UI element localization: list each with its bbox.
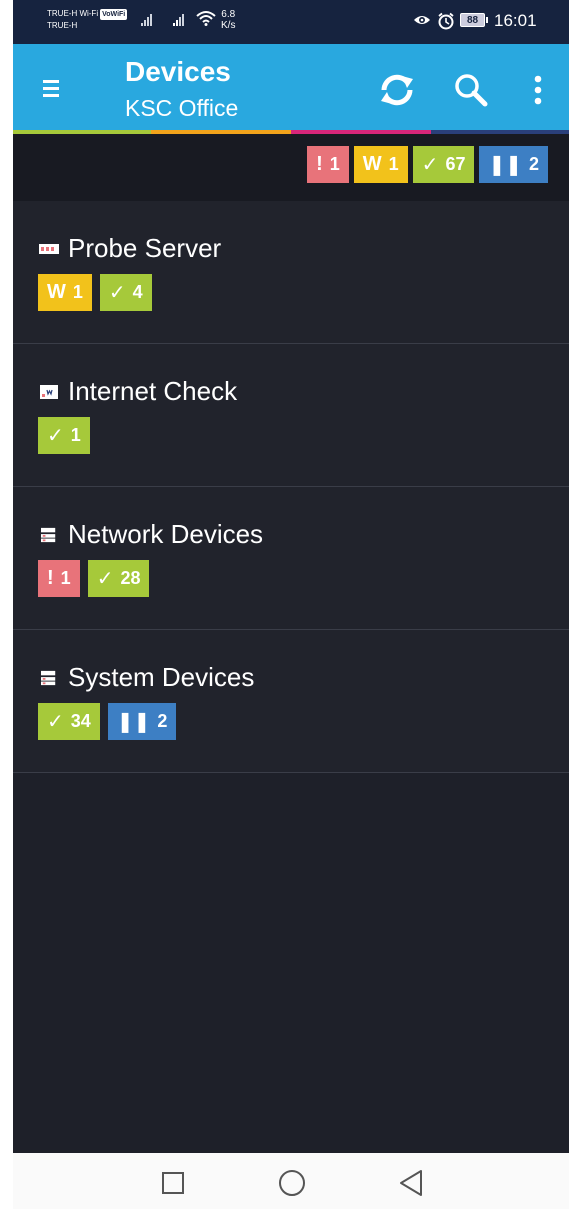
carrier-info: TRUE-H Wi-Fi VoWiFi TRUE-H <box>47 8 128 31</box>
carrier-line1: TRUE-H Wi-Fi <box>47 9 99 18</box>
refresh-icon[interactable] <box>377 70 417 110</box>
check-icon: ✓ <box>47 711 64 733</box>
check-icon: ✓ <box>108 282 126 304</box>
up-count: 28 <box>120 568 141 588</box>
search-icon[interactable] <box>451 70 491 110</box>
battery-indicator: 88 <box>460 13 488 27</box>
group-network-devices[interactable]: Network Devices ! 1 ✓ 28 <box>13 487 569 630</box>
down-badge[interactable]: ! 1 <box>38 560 80 597</box>
square-icon[interactable] <box>159 1169 187 1197</box>
alert-icon: ! <box>316 153 323 175</box>
signal-icon <box>141 14 152 26</box>
device-group-list: Probe Server W 1 ✓ 4 Internet Check ✓ 1 … <box>13 201 569 773</box>
group-badges: ✓ 34 ❚❚ 2 <box>38 703 177 740</box>
device-group-icon <box>41 670 56 685</box>
group-internet-check[interactable]: Internet Check ✓ 1 <box>13 344 569 487</box>
warning-badge[interactable]: W 1 <box>38 274 92 311</box>
group-title: Network Devices <box>38 519 263 550</box>
eye-icon <box>414 16 430 24</box>
menu-icon[interactable] <box>43 80 59 98</box>
warning-icon: W <box>47 281 66 303</box>
group-name: System Devices <box>68 662 255 692</box>
clock: 16:01 <box>494 11 537 30</box>
paused-badge[interactable]: ❚❚ 2 <box>107 703 177 740</box>
group-name: Internet Check <box>68 376 238 406</box>
group-badges: W 1 ✓ 4 <box>38 274 152 311</box>
up-badge[interactable]: ✓ 34 <box>38 703 100 740</box>
group-title: Internet Check <box>38 376 237 407</box>
paused-count: 2 <box>528 154 539 174</box>
warning-icon: W <box>362 153 382 175</box>
probe-server-icon <box>39 243 59 254</box>
up-badge[interactable]: ✓ 28 <box>87 560 150 597</box>
up-count: 34 <box>70 711 91 731</box>
page-subtitle: KSC Office <box>125 95 239 121</box>
speed-unit: K/s <box>221 20 236 31</box>
circle-icon[interactable] <box>278 1169 306 1197</box>
paused-count: 2 <box>157 711 168 731</box>
summary-warning-badge[interactable]: W 1 <box>353 146 408 183</box>
up-count: 4 <box>132 282 143 302</box>
wifi-icon <box>196 11 216 26</box>
triangle-back-icon[interactable] <box>397 1169 425 1197</box>
signal-icon <box>173 14 184 26</box>
check-icon: ✓ <box>96 568 114 590</box>
group-probe-server[interactable]: Probe Server W 1 ✓ 4 <box>13 201 569 344</box>
group-title: System Devices <box>38 662 254 693</box>
network-speed: 6.8 K/s <box>221 9 235 31</box>
down-count: 1 <box>60 568 71 588</box>
vowifi-badge: VoWiFi <box>100 9 128 20</box>
group-title: Probe Server <box>38 233 221 264</box>
alarm-icon <box>438 12 454 30</box>
summary-down-badge[interactable]: ! 1 <box>307 146 349 183</box>
status-bar: TRUE-H Wi-Fi VoWiFi TRUE-H 6.8 K/s 88 16… <box>13 0 569 44</box>
warning-count: 1 <box>72 282 83 302</box>
up-count: 67 <box>445 154 466 174</box>
summary-bar: ! 1 W 1 ✓ 67 ❚❚ 2 <box>13 134 569 201</box>
internet-check-icon <box>40 384 58 399</box>
down-count: 1 <box>329 154 340 174</box>
check-icon: ✓ <box>421 154 439 176</box>
warning-count: 1 <box>388 154 399 174</box>
speed-value: 6.8 <box>221 9 236 20</box>
more-vertical-icon[interactable] <box>518 70 558 110</box>
group-badges: ✓ 1 <box>38 417 90 454</box>
carrier-line2: TRUE-H <box>47 21 78 30</box>
group-name: Probe Server <box>68 233 222 263</box>
pause-icon: ❚❚ <box>488 154 522 176</box>
summary-paused-badge[interactable]: ❚❚ 2 <box>479 146 548 183</box>
group-badges: ! 1 ✓ 28 <box>38 560 150 597</box>
pause-icon: ❚❚ <box>116 711 151 733</box>
alert-icon: ! <box>47 567 54 589</box>
page-title: Devices <box>125 56 231 87</box>
device-group-icon <box>41 527 56 542</box>
up-count: 1 <box>70 425 81 445</box>
summary-badges: ! 1 W 1 ✓ 67 ❚❚ 2 <box>307 146 548 183</box>
app-bar: Devices KSC Office <box>13 44 569 130</box>
group-system-devices[interactable]: System Devices ✓ 34 ❚❚ 2 <box>13 630 569 773</box>
up-badge[interactable]: ✓ 4 <box>99 274 152 311</box>
empty-list-area <box>13 773 569 1153</box>
summary-up-badge[interactable]: ✓ 67 <box>412 146 475 183</box>
system-nav-bar <box>13 1153 569 1209</box>
group-name: Network Devices <box>68 519 264 549</box>
check-icon: ✓ <box>47 425 64 447</box>
up-badge[interactable]: ✓ 1 <box>38 417 90 454</box>
app-screen: TRUE-H Wi-Fi VoWiFi TRUE-H 6.8 K/s 88 16… <box>13 0 569 1209</box>
